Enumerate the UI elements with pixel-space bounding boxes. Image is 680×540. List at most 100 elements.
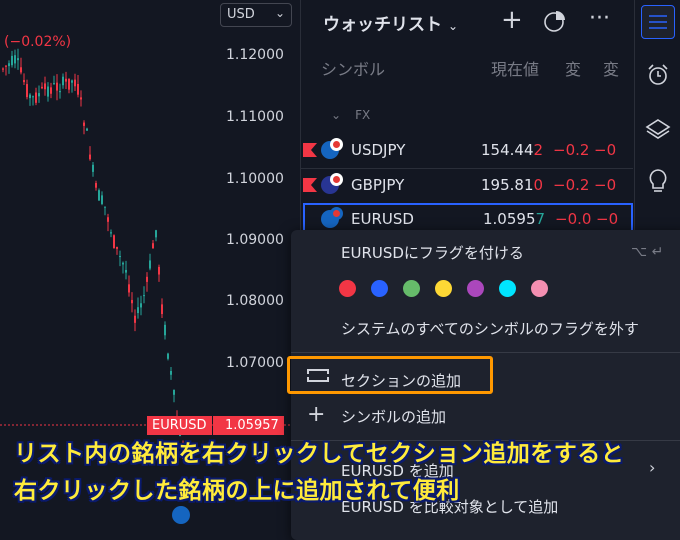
candle-body	[155, 230, 157, 238]
candle-body	[68, 78, 70, 90]
flag-color-cyan[interactable]	[499, 280, 516, 297]
candle-body	[158, 266, 160, 275]
candle-body	[146, 276, 148, 282]
column-change-percent[interactable]: 変	[603, 56, 619, 80]
us-flag-icon	[172, 506, 190, 524]
candle-body	[167, 353, 169, 359]
candle-body	[62, 76, 64, 86]
row-last: 154.442	[481, 141, 544, 159]
candle-body	[38, 93, 40, 97]
candle-body	[92, 164, 94, 172]
more-icon[interactable]: ···	[589, 6, 610, 31]
candle-body	[125, 269, 127, 273]
chevron-down-icon: ⌄	[331, 108, 342, 122]
candle-body	[149, 260, 151, 269]
watchlist-row[interactable]: GBPJPY 195.810 −0.2 −0	[301, 169, 633, 203]
candle-body	[23, 80, 25, 83]
candle-body	[11, 55, 13, 66]
candle-body	[134, 315, 136, 323]
candle-body	[107, 217, 109, 222]
section-header-fx[interactable]: ⌄ FX	[331, 108, 370, 122]
candle-body	[35, 92, 37, 103]
candle-body	[101, 195, 103, 204]
candle-body	[8, 63, 10, 67]
price-tick: 1.10000	[226, 171, 284, 187]
candle-body	[14, 55, 16, 64]
candle-body	[95, 183, 97, 188]
flag-color-yellow[interactable]	[435, 280, 452, 297]
candle-body	[161, 304, 163, 315]
row-change-percent: −0	[596, 210, 619, 228]
candle-body	[110, 232, 112, 234]
candle-body	[89, 154, 91, 160]
lightbulb-icon[interactable]	[641, 164, 675, 198]
plus-icon: +	[307, 402, 326, 427]
flag-color-blue[interactable]	[371, 280, 388, 297]
flag-icon[interactable]	[303, 143, 317, 157]
candle-body	[86, 128, 88, 131]
menu-item-unflag-all[interactable]: システムのすべてのシンボルのフラグを外す	[341, 318, 639, 339]
candle-body	[80, 97, 82, 100]
chevron-down-icon: ⌄	[448, 19, 459, 33]
menu-item-flag-symbol[interactable]: EURUSDにフラグを付ける	[341, 242, 524, 263]
candle-body	[65, 78, 67, 82]
candle-body	[26, 84, 28, 98]
highlight-box	[287, 356, 493, 394]
japan-flag-icon	[330, 173, 343, 186]
candle-body	[128, 284, 130, 293]
column-change[interactable]: 変	[565, 56, 581, 80]
currency-select[interactable]: USD ⌄	[220, 3, 292, 27]
watchlist-title[interactable]: ウォッチリスト ⌄	[323, 10, 458, 35]
flag-color-pink[interactable]	[531, 280, 548, 297]
column-last[interactable]: 現在値	[491, 56, 539, 80]
layers-icon[interactable]	[641, 112, 675, 146]
menu-item-add-symbol[interactable]: シンボルの追加	[341, 406, 446, 427]
watchlist-row[interactable]: USDJPY 154.442 −0.2 −0	[301, 134, 633, 168]
flag-color-green[interactable]	[403, 280, 420, 297]
current-price-label: 1.05957	[213, 416, 284, 435]
candle-body	[116, 246, 118, 249]
flag-color-picker	[339, 280, 563, 301]
price-tick: 1.07000	[226, 355, 284, 371]
candle-body	[113, 235, 115, 249]
candle-body	[119, 256, 121, 258]
section-label: FX	[355, 108, 371, 122]
symbol-price-label: EURUSD	[147, 416, 212, 435]
candle-body	[41, 86, 43, 89]
pie-chart-icon[interactable]	[543, 9, 567, 39]
flag-icon[interactable]	[303, 178, 317, 192]
chevron-down-icon: ⌄	[274, 6, 285, 20]
candle-body	[170, 371, 172, 375]
candle-body	[98, 190, 100, 201]
currency-select-value: USD	[227, 7, 255, 22]
flag-color-purple[interactable]	[467, 280, 484, 297]
plus-icon[interactable]: +	[501, 5, 523, 35]
row-symbol: GBPJPY	[351, 176, 405, 194]
alarm-clock-icon[interactable]	[641, 58, 675, 92]
price-tick: 1.12000	[226, 47, 284, 63]
candle-body	[29, 94, 31, 99]
candle-body	[71, 80, 73, 83]
row-change: −0.0	[555, 210, 592, 228]
candle-body	[2, 68, 4, 70]
caption-line-2: 右クリックした銘柄の上に追加されて便利	[14, 478, 460, 504]
price-tick: 1.11000	[226, 109, 284, 125]
candle-body	[56, 82, 58, 91]
candle-body	[59, 91, 61, 93]
candle-body	[131, 299, 133, 304]
candle-body	[17, 58, 19, 61]
candle-body	[50, 87, 52, 94]
watchlist-icon[interactable]	[641, 5, 675, 39]
row-last: 1.05957	[483, 210, 546, 228]
candle-body	[47, 86, 49, 97]
column-symbol[interactable]: シンボル	[321, 56, 385, 80]
price-tick: 1.08000	[226, 293, 284, 309]
candle-body	[5, 65, 7, 67]
candle-body	[152, 243, 154, 249]
candle-body	[137, 307, 139, 314]
candle-body	[77, 84, 79, 95]
candle-body	[44, 83, 46, 90]
row-symbol: EURUSD	[351, 210, 414, 228]
candle-body	[122, 262, 124, 265]
flag-color-red[interactable]	[339, 280, 356, 297]
